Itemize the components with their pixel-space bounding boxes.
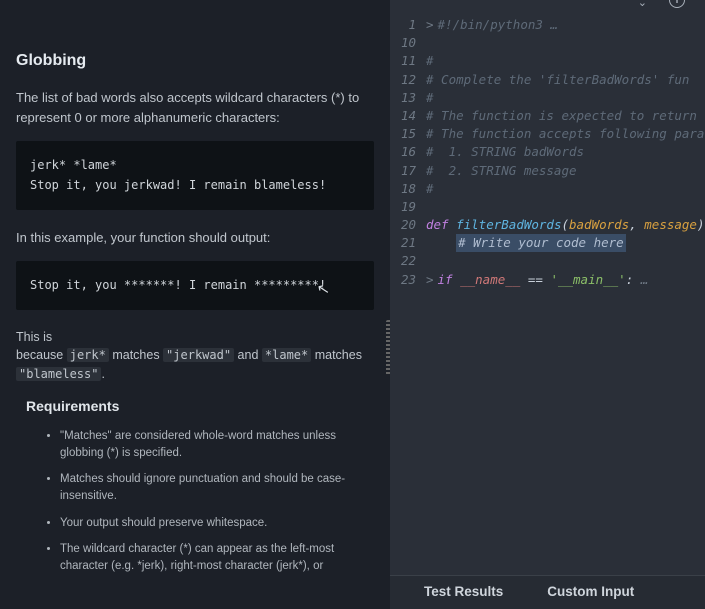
example-output-box: Stop it, you *******! I remain *********…	[16, 261, 374, 309]
editor-pane: ⌄ i 11011121314151617181920212223 > #!/b…	[390, 0, 705, 609]
requirements-list: "Matches" are considered whole-word matc…	[16, 428, 374, 575]
requirement-item: "Matches" are considered whole-word matc…	[60, 428, 374, 461]
chevron-down-icon[interactable]: ⌄	[638, 0, 647, 9]
tab-custom-input[interactable]: Custom Input	[525, 576, 656, 609]
requirement-item: The wildcard character (*) can appear as…	[60, 541, 374, 574]
code-editor[interactable]: 11011121314151617181920212223 > #!/bin/p…	[390, 8, 705, 575]
tab-test-results[interactable]: Test Results	[390, 576, 525, 609]
problem-pane: Globbing The list of bad words also acce…	[0, 0, 390, 609]
editor-toolbar: ⌄ i	[390, 0, 705, 8]
pane-resize-handle[interactable]	[386, 320, 390, 376]
requirement-item: Matches should ignore punctuation and sh…	[60, 471, 374, 504]
intro-paragraph: The list of bad words also accepts wildc…	[16, 88, 374, 127]
bottom-tabs: Test Results Custom Input	[390, 575, 705, 609]
explain-paragraph: This is because jerk* matches "jerkwad" …	[16, 328, 374, 384]
requirements-heading: Requirements	[26, 398, 374, 414]
example-input-box: jerk* *lame* Stop it, you jerkwad! I rem…	[16, 141, 374, 210]
code-lines[interactable]: > #!/bin/python3 … ## Complete the 'filt…	[426, 16, 705, 575]
section-title-globbing: Globbing	[16, 52, 374, 70]
line-gutter: 11011121314151617181920212223	[390, 16, 426, 575]
info-icon[interactable]: i	[669, 0, 685, 8]
example-bridge-text: In this example, your function should ou…	[16, 228, 374, 248]
requirement-item: Your output should preserve whitespace.	[60, 515, 374, 532]
